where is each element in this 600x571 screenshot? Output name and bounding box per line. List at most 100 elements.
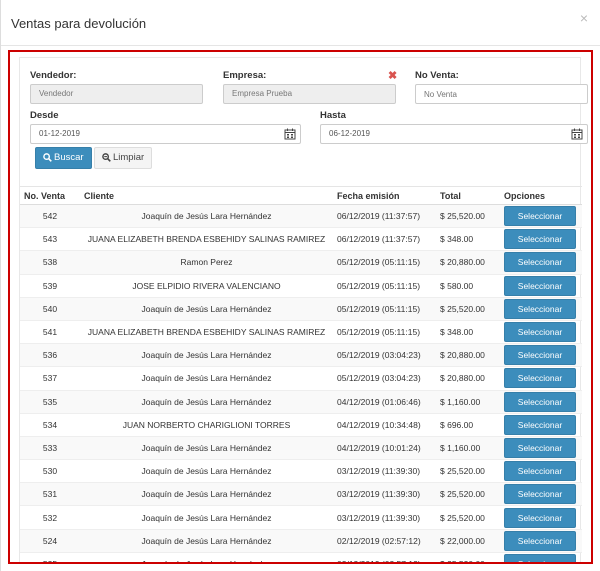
table-row: 525Joaquín de Jesús Lara Hernández02/12/… (20, 551, 582, 562)
limpiar-button[interactable]: Limpiar (94, 147, 153, 169)
row-total: $ 580.00 (436, 273, 500, 298)
search-icon (43, 153, 52, 162)
seleccionar-button[interactable]: Seleccionar (504, 298, 576, 319)
row-opciones: Seleccionar (500, 366, 582, 390)
seleccionar-button[interactable]: Seleccionar (504, 461, 576, 482)
seleccionar-button[interactable]: Seleccionar (504, 229, 576, 250)
seleccionar-button[interactable]: Seleccionar (504, 345, 576, 366)
table-header-row: No. Venta Cliente Fecha emisión Total Op… (20, 186, 582, 205)
row-opciones: Seleccionar (500, 203, 582, 228)
seleccionar-button[interactable]: Seleccionar (504, 391, 576, 412)
seleccionar-button[interactable]: Seleccionar (504, 530, 576, 551)
row-no-venta: 530 (20, 459, 80, 483)
row-no-venta: 535 (20, 389, 80, 414)
hasta-date-input[interactable]: 06-12-2019 (320, 124, 588, 144)
no-venta-label: No Venta: (415, 70, 459, 81)
ventas-table: No. Venta Cliente Fecha emisión Total Op… (20, 186, 582, 562)
row-no-venta: 538 (20, 250, 80, 275)
no-venta-input[interactable] (415, 84, 588, 104)
row-total: $ 25,520.00 (436, 482, 500, 506)
table-row: 532 Joaquín de Jesús Lara Hernández 03/12/… (20, 505, 582, 530)
row-fecha: 02/12/2019 (02:57:12) (333, 551, 436, 562)
row-cliente: Joaquín de Jesús Lara Hernández (80, 482, 333, 506)
limpiar-label: Limpiar (113, 152, 145, 163)
seleccionar-button[interactable]: Seleccionar (504, 554, 576, 562)
row-total: $ 25,520.00 (436, 505, 500, 530)
table-row: 524 Joaquín de Jesús Lara Hernández 02/12/… (20, 528, 582, 553)
table-row: 535 Joaquín de Jesús Lara Hernández 04/12/… (20, 389, 582, 414)
table-row: 543 JUANA ELIZABETH BRENDA ESBEHIDY SALIN… (20, 227, 582, 251)
row-no-venta: 542 (20, 203, 80, 228)
seleccionar-button[interactable]: Seleccionar (504, 206, 576, 227)
row-cliente: Joaquín de Jesús Lara Hernández (80, 435, 333, 460)
row-fecha: 06/12/2019 (11:37:57) (333, 203, 436, 228)
row-total: $ 1,160.00 (436, 435, 500, 460)
row-opciones: Seleccionar (500, 250, 582, 275)
header-opciones: Opciones (500, 186, 582, 205)
calendar-icon[interactable] (571, 128, 583, 140)
seleccionar-button[interactable]: Seleccionar (504, 322, 576, 343)
row-total: $ 20,880.00 (436, 250, 500, 275)
seleccionar-button[interactable]: Seleccionar (504, 507, 576, 528)
row-fecha: 03/12/2019 (11:39:30) (333, 482, 436, 506)
buscar-button[interactable]: Buscar (35, 147, 92, 169)
highlighted-region: Vendedor: Vendedor Empresa: ✖ Empresa Pr… (8, 50, 593, 564)
row-opciones: Seleccionar (500, 296, 582, 321)
table-row: 530 Joaquín de Jesús Lara Hernández 03/12/… (20, 459, 582, 483)
row-fecha: 05/12/2019 (05:11:15) (333, 250, 436, 275)
desde-label: Desde (30, 110, 59, 121)
seleccionar-button[interactable]: Seleccionar (504, 275, 576, 296)
row-cliente: JUAN NORBERTO CHARIGLIONI TORRES (80, 412, 333, 437)
seleccionar-button[interactable]: Seleccionar (504, 437, 576, 458)
seleccionar-button[interactable]: Seleccionar (504, 414, 576, 435)
desde-date-value: 01-12-2019 (39, 129, 80, 138)
row-no-venta: 533 (20, 435, 80, 460)
table-row: 539 JOSE ELPIDIO RIVERA VALENCIANO 05/12/2… (20, 273, 582, 298)
row-fecha: 04/12/2019 (10:34:48) (333, 412, 436, 437)
row-opciones: Seleccionar (500, 412, 582, 437)
header-cliente: Cliente (80, 186, 333, 205)
row-total: $ 348.00 (436, 319, 500, 344)
row-fecha: 02/12/2019 (02:57:12) (333, 528, 436, 553)
desde-date-input[interactable]: 01-12-2019 (30, 124, 301, 144)
table-row: 540 Joaquín de Jesús Lara Hernández 05/12/… (20, 296, 582, 321)
table-row: 536 Joaquín de Jesús Lara Hernández 05/12/… (20, 343, 582, 367)
row-opciones: Seleccionar (500, 482, 582, 506)
empresa-label: Empresa: (223, 70, 267, 81)
table-row: 538 Ramon Perez 05/12/2019 (05:11:15) $ 20,… (20, 250, 582, 275)
row-no-venta: 534 (20, 412, 80, 437)
header-fecha: Fecha emisión (333, 186, 436, 205)
table-row: 533 Joaquín de Jesús Lara Hernández 04/12/… (20, 435, 582, 460)
row-no-venta: 525 (20, 551, 80, 562)
close-icon[interactable]: × (580, 10, 588, 26)
row-cliente: Joaquín de Jesús Lara Hernández (80, 343, 333, 367)
row-no-venta: 531 (20, 482, 80, 506)
search-panel: Vendedor: Vendedor Empresa: ✖ Empresa Pr… (19, 57, 588, 562)
row-no-venta: 537 (20, 366, 80, 390)
row-cliente: Joaquín de Jesús Lara Hernández (80, 389, 333, 414)
row-cliente: Joaquín de Jesús Lara Hernández (80, 551, 333, 562)
row-fecha: 04/12/2019 (10:01:24) (333, 435, 436, 460)
row-total: $ 20,880.00 (436, 343, 500, 367)
modal-title: Ventas para devolución (11, 16, 147, 31)
row-opciones: Seleccionar (500, 319, 582, 344)
row-fecha: 05/12/2019 (03:04:23) (333, 366, 436, 390)
row-cliente: Joaquín de Jesús Lara Hernández (80, 505, 333, 530)
seleccionar-button[interactable]: Seleccionar (504, 368, 576, 389)
row-opciones: Seleccionar (500, 551, 582, 562)
table-row: 542 Joaquín de Jesús Lara Hernández 06/12/… (20, 203, 582, 228)
empresa-field: Empresa Prueba (223, 84, 396, 104)
table-row: 537 Joaquín de Jesús Lara Hernández 05/12/… (20, 366, 582, 390)
row-total: $ 25,520.00 (436, 459, 500, 483)
row-opciones: Seleccionar (500, 389, 582, 414)
calendar-icon[interactable] (284, 128, 296, 140)
seleccionar-button[interactable]: Seleccionar (504, 484, 576, 505)
remove-empresa-icon[interactable]: ✖ (388, 69, 397, 82)
vendedor-label: Vendedor: (30, 70, 77, 81)
row-no-venta: 541 (20, 319, 80, 344)
seleccionar-button[interactable]: Seleccionar (504, 252, 576, 273)
hasta-label: Hasta (320, 110, 346, 121)
row-total: $ 25,520.00 (436, 551, 500, 562)
row-total: $ 22,000.00 (436, 528, 500, 553)
row-opciones: Seleccionar (500, 343, 582, 367)
